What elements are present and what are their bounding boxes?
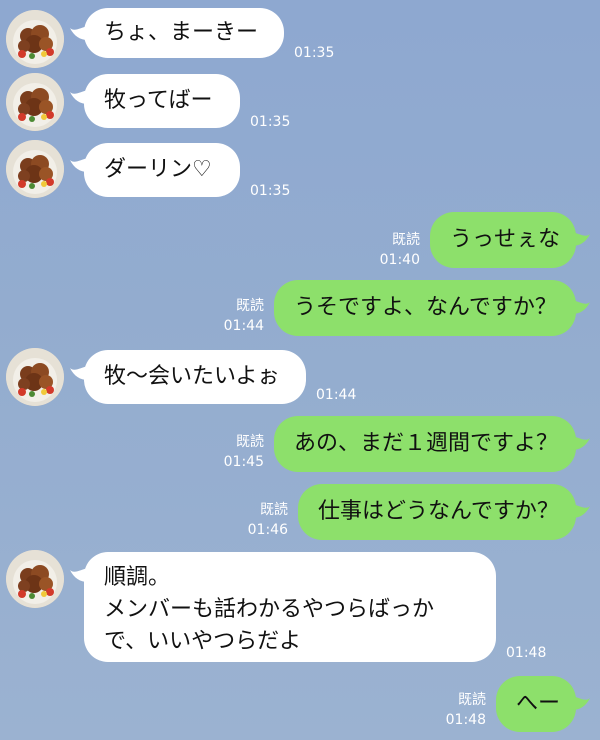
food-dish-avatar-icon	[6, 10, 64, 68]
message-text: あの、まだ１週間ですよ？	[294, 431, 559, 456]
message-time: 01:44	[223, 318, 264, 334]
contact-avatar[interactable]	[6, 348, 64, 406]
read-receipt: 既読 01:48	[445, 692, 486, 728]
message-text-line: で、いいやつらだよ	[104, 629, 302, 654]
message-text: 牧ってばー	[104, 88, 213, 113]
message-time: 01:45	[223, 454, 264, 470]
message-text: 牧〜会いたいよぉ	[104, 364, 280, 389]
read-receipt: 既読 01:46	[247, 502, 288, 538]
message-text: うっせぇな	[450, 227, 561, 252]
message-text-line: 順調。	[104, 565, 171, 590]
read-receipt: 既読 01:44	[223, 298, 264, 334]
bubble-tail	[572, 504, 590, 520]
contact-avatar[interactable]	[6, 10, 64, 68]
message-text: ダーリン♡	[104, 157, 212, 182]
message-time: 01:35	[250, 114, 291, 130]
message-text-line: メンバーも話わかるやつらばっか	[104, 597, 435, 622]
outgoing-message[interactable]: あの、まだ１週間ですよ？	[274, 416, 576, 472]
contact-avatar[interactable]	[6, 73, 64, 131]
message-text: ちょ、まーきー	[104, 20, 259, 45]
read-receipt: 既読 01:40	[379, 232, 420, 268]
bubble-tail	[572, 696, 590, 712]
outgoing-message[interactable]: うそですよ、なんですか？	[274, 280, 576, 336]
message-text: へー	[516, 691, 561, 716]
message-time: 01:48	[445, 712, 486, 728]
read-receipt: 既読 01:45	[223, 434, 264, 470]
food-dish-avatar-icon	[6, 550, 64, 608]
chat-area[interactable]: ちょ、まーきー 01:35 牧ってばー 01:35 ダーリン♡ 01:35 既読…	[0, 0, 600, 740]
incoming-message[interactable]: 牧ってばー	[84, 74, 240, 128]
message-time: 01:35	[294, 45, 335, 61]
bubble-tail	[572, 232, 590, 248]
outgoing-message[interactable]: 仕事はどうなんですか？	[298, 484, 576, 540]
message-time: 01:35	[250, 183, 291, 199]
food-dish-avatar-icon	[6, 140, 64, 198]
message-text: うそですよ、なんですか？	[294, 295, 557, 320]
contact-avatar[interactable]	[6, 140, 64, 198]
incoming-message[interactable]: 順調。 メンバーも話わかるやつらばっか で、いいやつらだよ	[84, 552, 496, 662]
contact-avatar[interactable]	[6, 550, 64, 608]
message-time: 01:48	[506, 645, 547, 661]
message-time: 01:46	[247, 522, 288, 538]
bubble-tail	[572, 436, 590, 452]
outgoing-message[interactable]: うっせぇな	[430, 212, 576, 268]
outgoing-message[interactable]: へー	[496, 676, 576, 732]
message-text: 仕事はどうなんですか？	[318, 499, 559, 524]
incoming-message[interactable]: ちょ、まーきー	[84, 8, 284, 58]
message-time: 01:44	[316, 387, 357, 403]
message-time: 01:40	[379, 252, 420, 268]
bubble-tail	[572, 300, 590, 316]
incoming-message[interactable]: 牧〜会いたいよぉ	[84, 350, 306, 404]
food-dish-avatar-icon	[6, 73, 64, 131]
incoming-message[interactable]: ダーリン♡	[84, 143, 240, 197]
food-dish-avatar-icon	[6, 348, 64, 406]
